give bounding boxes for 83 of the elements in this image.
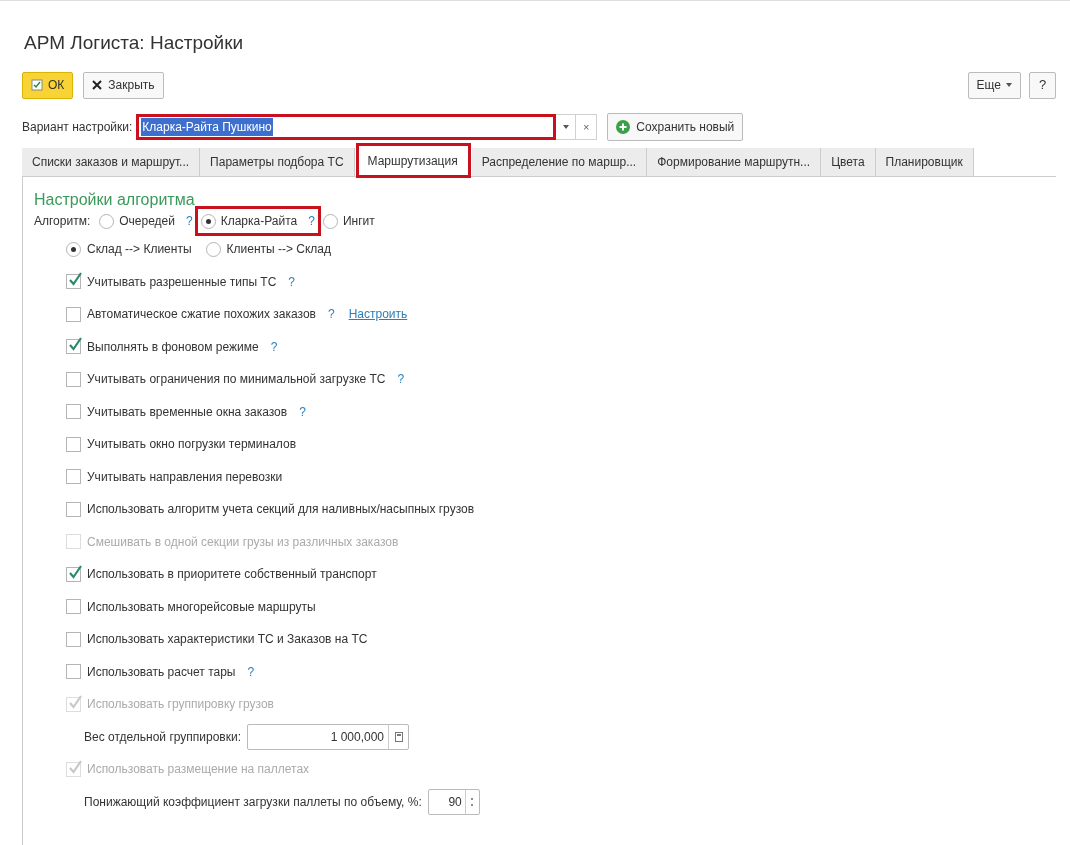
radio-button[interactable] [322,213,338,229]
checkmark-icon [67,694,83,711]
checkbox-label: Автоматическое сжатие похожих заказов [87,306,316,324]
configure-link[interactable]: Настроить [348,305,408,324]
radio-button[interactable] [66,241,81,257]
tab[interactable]: Распределение по маршр... [471,148,648,176]
checkbox[interactable] [66,371,81,387]
caret-icon [1006,83,1012,87]
section-title: Настройки алгоритма [34,191,196,209]
calculator-icon [394,731,403,742]
checkbox[interactable] [66,274,81,290]
checkbox[interactable] [66,404,81,420]
checkbox-label: Использовать расчет тары [87,663,236,681]
checkbox[interactable] [66,469,81,485]
close-icon [92,80,103,90]
checkbox-label: Учитывать разрешенные типы ТС [87,273,277,291]
checkmark-icon [67,337,83,354]
help-link[interactable]: ? [186,212,193,230]
variant-label: Вариант настройки: [22,119,133,136]
ok-button[interactable]: ОК [22,71,74,99]
number-field[interactable]: 1 000,000 [247,723,409,750]
checkbox-label: Учитывать ограничения по минимальной загрузке ТС [87,371,386,389]
checkbox[interactable] [66,339,81,355]
help-button[interactable]: ? [1029,71,1056,99]
plus-circle-icon [616,120,631,134]
checkbox-label: Учитывать временные окна заказов [87,403,288,421]
algorithm-label: Алгоритм: [34,213,91,230]
checkbox-label: Учитывать окно погрузки терминалов [87,436,296,454]
algorithm-option[interactable]: Очередей ? [96,209,196,233]
checkbox[interactable] [66,631,81,647]
checkbox-label: Использовать характеристики ТС и Заказов на ТС [87,631,368,649]
checkmark-icon [67,272,83,289]
checkbox-label: Учитывать направления перевозки [87,468,283,486]
checkbox-label: Выполнять в фоновом режиме [87,338,259,356]
checkbox-label: Смешивать в одной секции грузы из различных заказов [87,533,399,551]
tab[interactable]: Параметры подбора ТС [200,148,355,176]
checkbox-label: Использовать многорейсовые маршруты [87,598,316,616]
checkbox-label: Использовать размещение на паллетах [87,761,310,779]
spin-field[interactable]: 90 [427,788,480,815]
variant-field[interactable]: Кларка-Райта Пушкино [136,114,557,140]
checkbox[interactable] [66,501,81,517]
tab[interactable]: Планировщик [875,148,974,176]
help-link[interactable]: ? [308,212,315,230]
algorithm-option[interactable]: Кларка-Райта ? [197,209,318,233]
close-button[interactable]: Закрыть [83,71,164,99]
tab[interactable]: Списки заказов и маршрут... [22,148,201,176]
checkbox[interactable] [66,664,81,680]
field-label: Понижающий коэффициент загрузки паллеты по объему, %: [84,793,422,811]
help-link[interactable]: ? [299,402,306,421]
checkbox[interactable] [66,436,81,452]
checkbox[interactable] [66,599,81,615]
checkbox-label: Использовать алгоритм учета секций для наливных/насыпных грузов [87,501,475,519]
help-link[interactable]: ? [288,272,296,291]
tab[interactable]: Формирование маршрутн... [647,148,822,176]
field-label: Вес отдельной группировки: [84,728,241,746]
radio-button[interactable] [99,213,115,229]
spinner-icon [470,795,475,808]
variant-value: Кларка-Райта Пушкино [141,118,273,136]
help-link[interactable]: ? [270,337,278,356]
tab[interactable]: Цвета [821,148,876,176]
checkbox[interactable] [66,306,81,322]
radio-button[interactable] [200,213,216,229]
help-link[interactable]: ? [327,305,335,324]
algorithm-option[interactable]: Ингит [319,209,378,233]
more-button[interactable]: Еще [967,71,1021,99]
document-icon [31,79,43,91]
window-title: АРМ Логиста: Настройки [23,31,245,55]
checkmark-icon [67,564,83,581]
help-link[interactable]: ? [247,662,255,681]
checkmark-icon [67,759,83,776]
option-label: Очередей [119,213,175,230]
checkbox[interactable] [66,566,81,582]
tab[interactable]: Маршрутизация [357,145,469,176]
option-label: Склад --> Клиенты [87,241,192,259]
caret-icon [562,125,569,129]
option-label: Клиенты --> Склад [226,241,332,259]
option-label: Кларка-Райта [220,213,298,230]
save-new-button[interactable]: Сохранить новый [607,113,744,141]
checkbox-label: Использовать группировку грузов [87,696,274,714]
help-link[interactable]: ? [397,370,405,389]
option-label: Ингит [342,213,375,230]
checkbox-label: Использовать в приоритете собственный транспорт [87,566,377,584]
radio-button[interactable] [205,241,221,257]
